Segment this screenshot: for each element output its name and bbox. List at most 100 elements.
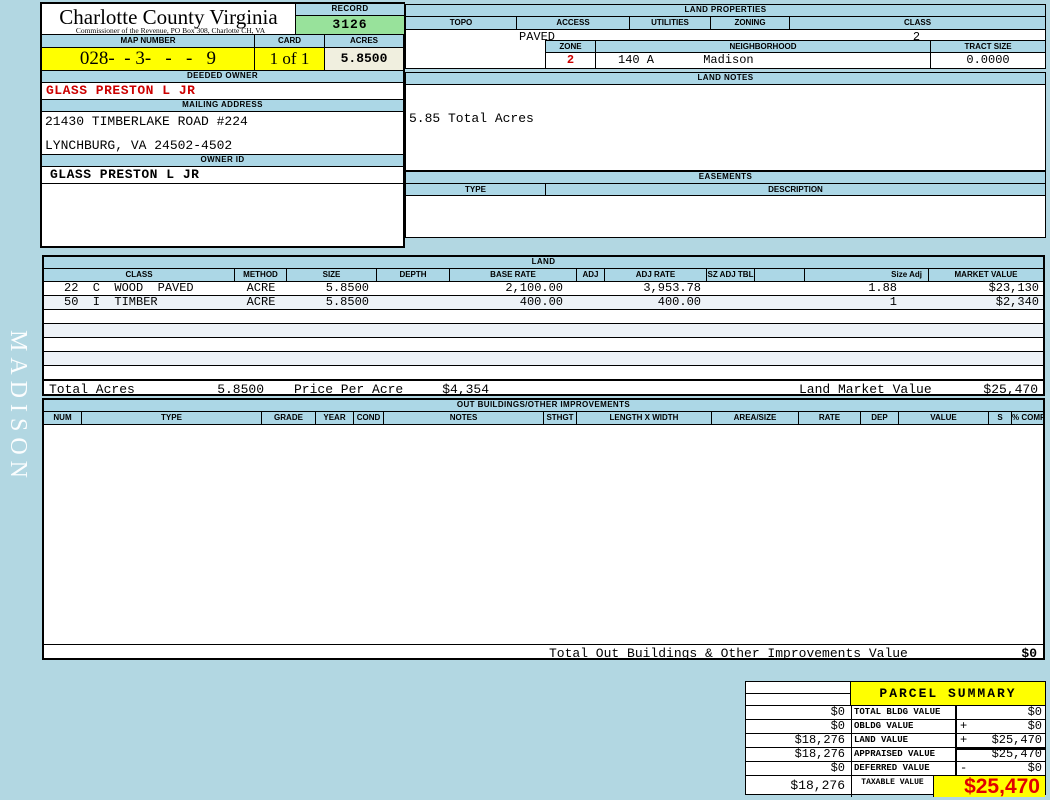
summary-value: $25,470	[991, 733, 1042, 747]
map-number-value[interactable]: 028- - 3- - - 9	[42, 48, 255, 70]
easements-header-row: TYPE DESCRIPTION	[406, 184, 1045, 196]
parcel-summary-title: PARCEL SUMMARY	[851, 682, 1045, 705]
ob-s-header: S	[989, 412, 1012, 424]
mailing-address-line1: 21430 TIMBERLAKE ROAD #224	[45, 114, 248, 129]
out-buildings-table: OUT BUILDINGS/OTHER IMPROVEMENTS NUM TYP…	[42, 398, 1045, 661]
summary-row-land: $18,276 LAND VALUE + $25,470	[746, 734, 1045, 748]
zone-neighborhood-box: ZONE NEIGHBORHOOD TRACT SIZE 2 140 A Mad…	[545, 40, 1045, 69]
land-method: ACRE	[246, 295, 276, 309]
land-row-empty	[44, 366, 1043, 380]
land-size: 5.8500	[325, 295, 369, 309]
land-properties-panel: LAND PROPERTIES TOPO ACCESS UTILITIES ZO…	[405, 4, 1046, 69]
record-value[interactable]: 3126	[296, 16, 404, 34]
ob-sthgt-header: STHGT	[544, 412, 577, 424]
prior-value: $0	[830, 761, 845, 775]
land-row-empty	[44, 352, 1043, 366]
tract-size-header: TRACT SIZE	[931, 41, 1045, 52]
summary-row-deferred: $0 DEFERRED VALUE - $0	[746, 762, 1045, 776]
land-market-value: $2,340	[995, 295, 1039, 309]
land-spacer	[755, 296, 805, 309]
land-row-empty	[44, 338, 1043, 352]
ob-type-header: TYPE	[82, 412, 262, 424]
land-properties-title: LAND PROPERTIES	[406, 5, 1045, 17]
county-header: Charlotte County Virginia Commissioner o…	[42, 4, 404, 35]
out-buildings-total-label: Total Out Buildings & Other Improvements…	[549, 646, 908, 661]
summary-row-appraised: $18,276 APPRAISED VALUE $25,470	[746, 748, 1045, 762]
summary-operator: +	[955, 734, 976, 747]
summary-row-taxable: $18,276 TAXABLE VALUE $25,470	[746, 776, 1045, 797]
land-adj-header: ADJ	[577, 269, 605, 281]
zone-value: 2	[546, 53, 596, 69]
owner-id-header: OWNER ID	[42, 155, 403, 167]
prior-value: $0	[830, 719, 845, 733]
land-notes-panel: LAND NOTES 5.85 Total Acres	[405, 72, 1046, 171]
land-size-adj: 1.88	[868, 281, 897, 295]
acres-value[interactable]: 5.8500	[325, 48, 403, 70]
zoning-header: ZONING	[711, 17, 790, 29]
land-table-title: LAND	[44, 257, 1043, 269]
land-size-adj: 1	[889, 295, 897, 309]
ob-num-header: NUM	[44, 412, 82, 424]
summary-operator: -	[955, 762, 976, 775]
land-properties-header-row: TOPO ACCESS UTILITIES ZONING CLASS	[406, 17, 1045, 30]
property-record-card: MADISON Charlotte County Virginia Commis…	[0, 0, 1050, 800]
record-header: RECORD	[296, 4, 404, 16]
ob-length-width-header: LENGTH X WIDTH	[577, 412, 712, 424]
summary-label: TOTAL BLDG VALUE	[851, 706, 955, 719]
topo-header: TOPO	[406, 17, 517, 29]
ob-value-header: VALUE	[899, 412, 989, 424]
summary-value: $0	[1027, 761, 1042, 775]
easement-type-header: TYPE	[406, 184, 546, 195]
out-buildings-header-row: NUM TYPE GRADE YEAR COND NOTES STHGT LEN…	[44, 412, 1043, 425]
out-buildings-body	[44, 425, 1043, 644]
easement-description-header: DESCRIPTION	[546, 184, 1045, 195]
summary-label: DEFERRED VALUE	[851, 762, 955, 775]
zone-header: ZONE	[546, 41, 596, 52]
parcel-summary-header: PARCEL SUMMARY	[746, 682, 1045, 706]
ob-year-header: YEAR	[316, 412, 354, 424]
access-header: ACCESS	[517, 17, 630, 29]
prior-taxable-value: $18,276	[790, 778, 845, 793]
summary-row-obldg: $0 OBLDG VALUE + $0	[746, 720, 1045, 734]
land-size: 5.8500	[325, 281, 369, 295]
land-base-rate: 2,100.00	[505, 281, 563, 295]
land-depth	[377, 282, 450, 295]
neighborhood-name: Madison	[703, 53, 754, 67]
neighborhood-header: NEIGHBORHOOD	[596, 41, 931, 52]
owner-panel: Charlotte County Virginia Commissioner o…	[40, 2, 405, 248]
summary-row-total-bldg: $0 TOTAL BLDG VALUE $0	[746, 706, 1045, 720]
ob-cond-header: COND	[354, 412, 384, 424]
district-vertical-label: MADISON	[5, 330, 31, 485]
summary-operator	[955, 748, 976, 761]
land-spacer-header	[755, 269, 805, 281]
summary-label: LAND VALUE	[851, 734, 955, 747]
card-value[interactable]: 1 of 1	[255, 48, 325, 70]
summary-value: $0	[1027, 719, 1042, 733]
land-row: 22 C WOOD PAVED ACRE 5.8500 2,100.00 3,9…	[44, 282, 1043, 296]
price-per-acre-value: $4,354	[442, 382, 489, 397]
card-header: CARD	[255, 35, 325, 47]
parcel-summary-left-spacer	[746, 682, 851, 705]
out-buildings-total-value: $0	[1021, 646, 1037, 661]
land-base-rate-header: BASE RATE	[450, 269, 577, 281]
parcel-summary: PARCEL SUMMARY $0 TOTAL BLDG VALUE $0 $0…	[745, 681, 1046, 797]
easements-panel: EASEMENTS TYPE DESCRIPTION	[405, 171, 1046, 238]
mailing-address-line2: LYNCHBURG, VA 24502-4502	[45, 138, 233, 153]
map-value-row: 028- - 3- - - 9 1 of 1 5.8500	[42, 48, 403, 71]
mailing-address-header: MAILING ADDRESS	[42, 100, 403, 112]
land-row-empty	[44, 310, 1043, 324]
land-class: 22 C WOOD PAVED	[64, 281, 194, 295]
ob-grade-header: GRADE	[262, 412, 316, 424]
prior-value: $0	[830, 705, 845, 719]
land-method-header: METHOD	[235, 269, 287, 281]
page-subtitle: Commissioner of the Revenue, PO Box 308,…	[75, 26, 266, 35]
land-adj-rate-header: ADJ RATE	[605, 269, 707, 281]
deeded-owner-header: DEEDED OWNER	[42, 71, 403, 83]
land-table-body: 22 C WOOD PAVED ACRE 5.8500 2,100.00 3,9…	[44, 282, 1043, 380]
summary-label: OBLDG VALUE	[851, 720, 955, 733]
ob-dep-header: DEP	[861, 412, 899, 424]
summary-label: APPRAISED VALUE	[851, 748, 955, 761]
land-row-empty	[44, 324, 1043, 338]
land-notes-text: 5.85 Total Acres	[409, 111, 534, 126]
owner-id-value: GLASS PRESTON L JR	[42, 167, 403, 184]
